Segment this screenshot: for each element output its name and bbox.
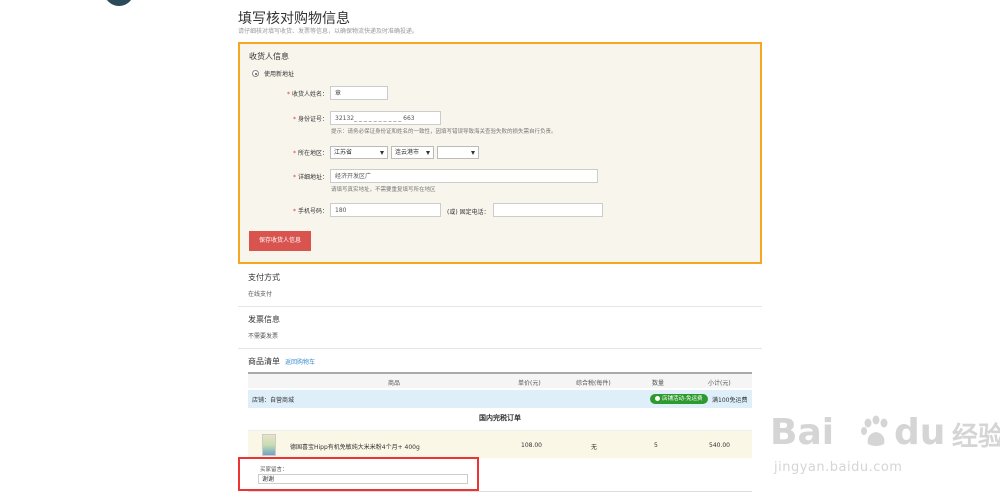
payment-value: 在线支付 — [248, 291, 273, 298]
region-label: * 所在地区： — [292, 150, 328, 157]
phone-input[interactable] — [493, 203, 603, 217]
promo-icon — [655, 395, 660, 401]
divider — [238, 348, 762, 349]
goods-section-header: 商品清单 返回购物车 — [238, 356, 762, 370]
back-to-cart-link[interactable]: 返回购物车 — [285, 359, 315, 366]
watermark-url: jingyan.baidu.com — [774, 460, 903, 475]
detail-address-input[interactable]: 经济开发区广 — [330, 169, 598, 183]
invoice-section: 发票信息 不需要发票 — [238, 312, 762, 348]
col-price: 单价(元) — [518, 380, 541, 387]
divider — [248, 491, 752, 492]
detail-address-hint: 请填写真实地址，不需要重复填写所在地区 — [331, 187, 436, 193]
col-goods: 商品 — [388, 380, 401, 387]
product-qty: 5 — [654, 442, 658, 449]
divider — [238, 306, 762, 307]
store-promo-badge: 店铺活动-免运费 — [650, 394, 708, 404]
watermark-brand-cn: 经验 — [952, 422, 1000, 452]
goods-table-header: 商品 单价(元) 综合税(每件) 数量 小计(元) — [248, 372, 752, 388]
table-row: 德国喜宝Hipp有机免敏纯大米米粉4个月+ 400g 108.00 无 5 54… — [248, 430, 752, 458]
mobile-input[interactable]: 180 — [330, 203, 441, 217]
store-bar: 店铺：自营商城 店铺活动-免运费 满100免运费 — [248, 390, 752, 408]
chevron-down-icon — [426, 151, 430, 155]
page-title: 填写核对购物信息 — [238, 11, 350, 27]
product-name[interactable]: 德国喜宝Hipp有机免敏纯大米米粉4个月+ 400g — [290, 442, 420, 451]
paw-icon — [861, 415, 888, 446]
col-subtotal: 小计(元) — [708, 380, 731, 387]
col-qty: 数量 — [652, 380, 665, 387]
save-consignee-button[interactable]: 保存收货人信息 — [249, 231, 311, 251]
note-highlight-box — [238, 457, 479, 491]
payment-title: 支付方式 — [248, 273, 280, 282]
use-new-address-option[interactable]: 使用新地址 — [252, 69, 294, 78]
id-label: * 身份证号： — [292, 116, 328, 123]
radio-button[interactable] — [252, 70, 259, 77]
consignee-section: 收货人信息 使用新地址 * 收货人姓名： 章 * 身份证号： 32132_ _ _ … — [238, 42, 762, 264]
mobile-label: * 手机号码： — [292, 208, 328, 215]
order-type-title: 国内完税订单 — [479, 414, 521, 422]
invoice-title: 发票信息 — [248, 315, 280, 324]
store-shipping-text: 满100免运费 — [712, 397, 748, 404]
baidu-watermark: Bai du 经验 jingyan.baidu.com — [770, 412, 1000, 492]
detail-address-label: * 详细地址： — [292, 174, 328, 181]
or-phone-label: (或) 固定电话： — [447, 209, 490, 216]
chevron-down-icon — [380, 151, 384, 155]
id-hint: 提示：请务必保证身份证和姓名的一致性，因填写错误导致海关查验失败的损失需自行负责… — [331, 129, 557, 135]
consignee-title: 收货人信息 — [249, 52, 289, 61]
consignee-name-input[interactable]: 章 — [330, 86, 388, 100]
store-name: 店铺：自营商城 — [252, 397, 295, 404]
id-number-input[interactable]: 32132_ _ _ _ _ _ _ _ _ _ 663 — [330, 111, 441, 125]
city-select[interactable]: 连云港市 — [391, 146, 434, 159]
watermark-brand-right: du — [894, 412, 946, 453]
watermark-brand-left: Bai — [770, 412, 835, 453]
product-price: 108.00 — [521, 442, 542, 449]
goods-title: 商品清单 — [248, 357, 280, 366]
payment-section: 支付方式 在线支付 — [238, 270, 762, 306]
col-tax: 综合税(每件) — [576, 380, 611, 387]
product-tax: 无 — [591, 444, 598, 451]
product-thumbnail[interactable] — [262, 434, 276, 456]
name-label: * 收货人姓名： — [286, 91, 328, 98]
site-logo[interactable] — [100, 0, 170, 10]
invoice-value: 不需要发票 — [248, 333, 279, 340]
product-subtotal: 540.00 — [709, 442, 730, 449]
district-select[interactable] — [437, 146, 479, 159]
province-select[interactable]: 江苏省 — [330, 146, 388, 159]
page-subtitle: 请仔细核对填写收货、发票等信息，以确保物流快递及时准确投递。 — [238, 28, 419, 35]
chevron-down-icon — [471, 151, 475, 155]
use-new-address-label: 使用新地址 — [264, 71, 295, 78]
